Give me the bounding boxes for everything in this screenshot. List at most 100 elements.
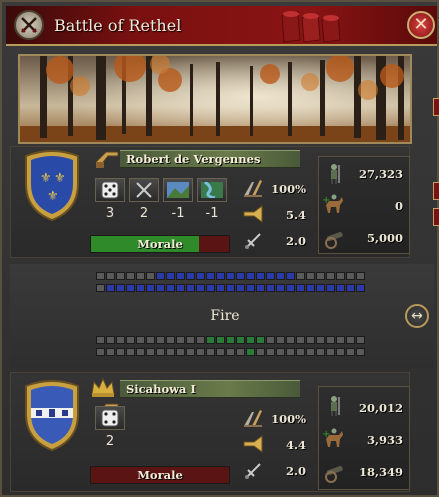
regiment-slot[interactable] bbox=[246, 272, 255, 280]
regiment-slot[interactable] bbox=[246, 348, 255, 356]
regiment-slot[interactable] bbox=[216, 336, 225, 344]
defender-coat-of-arms-icon[interactable] bbox=[22, 378, 82, 452]
empty-slot bbox=[146, 272, 155, 280]
regiment-slot[interactable] bbox=[216, 272, 225, 280]
crossed-swords-icon bbox=[14, 10, 44, 40]
empty-slot bbox=[256, 348, 265, 356]
regiment-slot[interactable] bbox=[296, 284, 305, 292]
regiment-slot[interactable] bbox=[236, 284, 245, 292]
regiment-slot[interactable] bbox=[356, 284, 365, 292]
regiment-slot[interactable] bbox=[226, 284, 235, 292]
regiment-slot[interactable] bbox=[266, 272, 275, 280]
edge-tab[interactable] bbox=[433, 182, 439, 200]
empty-slot bbox=[306, 272, 315, 280]
regiment-slot[interactable] bbox=[266, 284, 275, 292]
regiment-slot[interactable] bbox=[196, 272, 205, 280]
regiment-slot[interactable] bbox=[326, 284, 335, 292]
svg-text:+: + bbox=[323, 429, 330, 440]
regiment-slot[interactable] bbox=[256, 284, 265, 292]
regiment-slot[interactable] bbox=[176, 272, 185, 280]
empty-slot bbox=[196, 348, 205, 356]
regiment-slot[interactable] bbox=[256, 272, 265, 280]
empty-slot bbox=[356, 348, 365, 356]
regiment-slot[interactable] bbox=[346, 284, 355, 292]
regiment-slot[interactable] bbox=[286, 284, 295, 292]
close-button[interactable]: ✕ bbox=[407, 11, 435, 39]
attacker-coat-of-arms-icon[interactable]: ⚜ ⚜ ⚜ bbox=[22, 148, 82, 222]
regiment-slot[interactable] bbox=[156, 272, 165, 280]
regiment-slot[interactable] bbox=[246, 284, 255, 292]
empty-slot bbox=[316, 272, 325, 280]
attacker-units-panel: 27,323 + 0 5,000 bbox=[318, 156, 410, 254]
empty-slot bbox=[236, 348, 245, 356]
edge-tab[interactable] bbox=[433, 98, 439, 116]
regiment-slot[interactable] bbox=[276, 272, 285, 280]
empty-slot bbox=[336, 336, 345, 344]
regiment-slot[interactable] bbox=[186, 284, 195, 292]
regiment-slot[interactable] bbox=[316, 284, 325, 292]
empty-slot bbox=[306, 348, 315, 356]
regiment-slot[interactable] bbox=[216, 284, 225, 292]
empty-slot bbox=[136, 336, 145, 344]
regiment-slot[interactable] bbox=[196, 284, 205, 292]
swap-arrows-button[interactable]: ↔ bbox=[405, 304, 429, 328]
empty-slot bbox=[346, 272, 355, 280]
empty-slot bbox=[336, 272, 345, 280]
regiment-slot[interactable] bbox=[206, 284, 215, 292]
regiment-slot[interactable] bbox=[226, 272, 235, 280]
empty-slot bbox=[146, 336, 155, 344]
empty-slot bbox=[96, 336, 105, 344]
regiment-slot[interactable] bbox=[336, 284, 345, 292]
regiment-slot[interactable] bbox=[146, 284, 155, 292]
battle-window: Battle of Rethel ✕ ⚜ ⚜ ⚜ Robert de Verge… bbox=[0, 0, 439, 497]
regiment-slot[interactable] bbox=[166, 284, 175, 292]
empty-slot bbox=[116, 348, 125, 356]
regiment-slot[interactable] bbox=[286, 272, 295, 280]
empty-slot bbox=[266, 348, 275, 356]
empty-slot bbox=[186, 348, 195, 356]
regiment-slot[interactable] bbox=[306, 284, 315, 292]
attacker-morale-value: 5.4 bbox=[285, 208, 306, 222]
empty-slot bbox=[136, 348, 145, 356]
regiment-slot[interactable] bbox=[116, 284, 125, 292]
svg-text:⚜: ⚜ bbox=[40, 171, 52, 186]
empty-slot bbox=[316, 348, 325, 356]
regiment-slot[interactable] bbox=[206, 272, 215, 280]
empty-slot bbox=[96, 348, 105, 356]
defender-commander-name[interactable]: Sicahowa I bbox=[120, 380, 300, 398]
empty-slot bbox=[326, 272, 335, 280]
empty-slot bbox=[276, 336, 285, 344]
empty-slot bbox=[206, 348, 215, 356]
regiment-slot[interactable] bbox=[106, 284, 115, 292]
empty-slot bbox=[336, 348, 345, 356]
regiment-slot[interactable] bbox=[236, 272, 245, 280]
empty-slot bbox=[356, 336, 365, 344]
regiment-slot[interactable] bbox=[126, 284, 135, 292]
regiment-slot[interactable] bbox=[236, 336, 245, 344]
regiment-slot[interactable] bbox=[176, 284, 185, 292]
edge-tab[interactable] bbox=[433, 208, 439, 226]
regiment-slot[interactable] bbox=[206, 336, 215, 344]
attacker-commander-name[interactable]: Robert de Vergennes bbox=[120, 150, 300, 168]
attacker-tactics: 2.0 bbox=[285, 234, 306, 248]
regiment-slot[interactable] bbox=[156, 284, 165, 292]
regiment-slot[interactable] bbox=[186, 272, 195, 280]
regiment-slot[interactable] bbox=[276, 284, 285, 292]
empty-slot bbox=[176, 336, 185, 344]
attacker-morale-bar[interactable]: Morale bbox=[90, 235, 230, 253]
artillery-icon bbox=[325, 232, 343, 249]
regiment-slot[interactable] bbox=[256, 336, 265, 344]
general-rank-icon bbox=[95, 151, 119, 168]
empty-slot bbox=[346, 348, 355, 356]
attacker-cavalry: 0 bbox=[394, 199, 403, 213]
regiment-slot[interactable] bbox=[166, 272, 175, 280]
regiment-slot[interactable] bbox=[246, 336, 255, 344]
attacker-back-row bbox=[96, 272, 365, 280]
regiment-slot[interactable] bbox=[136, 284, 145, 292]
empty-slot bbox=[286, 336, 295, 344]
defender-morale-label: Morale bbox=[137, 468, 183, 482]
svg-text:+: + bbox=[323, 195, 330, 206]
defender-artillery: 18,349 bbox=[358, 465, 403, 479]
defender-morale-bar[interactable]: Morale bbox=[90, 466, 230, 484]
regiment-slot[interactable] bbox=[226, 336, 235, 344]
